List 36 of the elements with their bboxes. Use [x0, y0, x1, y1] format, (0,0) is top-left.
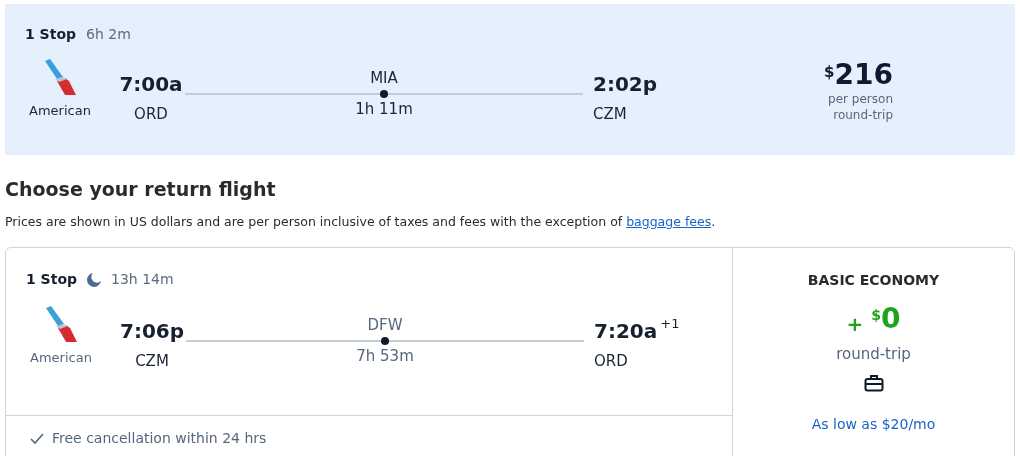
- layover-airport: MIA: [370, 68, 398, 89]
- airline-name: American: [29, 102, 91, 120]
- cancellation-note: Free cancellation within 24 hrs: [52, 429, 267, 449]
- price: 216: [834, 59, 893, 91]
- price-note: per person: [828, 91, 893, 107]
- layover-airport: DFW: [367, 315, 403, 337]
- fare-class: BASIC ECONOMY: [807, 271, 940, 291]
- price-notice: Prices are shown in US dollars and are per person inclusive of taxes and fees with the exception of baggage fees.: [5, 212, 717, 231]
- departure-airport: ORD: [134, 104, 168, 125]
- fare-note: round-trip: [836, 344, 911, 366]
- arrival-time: 2:02p: [593, 71, 658, 98]
- trip-duration: 6h 2m: [86, 25, 131, 44]
- section-heading: Choose your return flight: [5, 177, 277, 202]
- day-offset: +1: [660, 315, 680, 334]
- airline-logo-icon: [43, 59, 77, 97]
- departure-airport: CZM: [135, 351, 169, 373]
- layover-duration: 1h 11m: [355, 98, 413, 120]
- airline-name: American: [30, 349, 92, 368]
- currency-symbol: $: [871, 306, 881, 326]
- stops-label: 1 Stop: [26, 270, 78, 290]
- departure-time: 7:06p: [119, 318, 185, 346]
- currency-symbol: $: [824, 62, 835, 83]
- check-icon: [30, 432, 44, 445]
- arrival-airport: CZM: [593, 104, 627, 125]
- arrival-time: 7:20a: [594, 318, 658, 346]
- fare-price: 0: [881, 303, 901, 336]
- departure-time: 7:00a: [119, 71, 183, 98]
- stops-label: 1 Stop: [25, 25, 77, 44]
- financing-link[interactable]: As low as $20/mo: [811, 413, 936, 435]
- airline-logo-icon: [44, 306, 78, 345]
- price-note: round-trip: [833, 107, 893, 123]
- plus-sign: +: [846, 311, 864, 339]
- arrival-airport: ORD: [594, 351, 628, 373]
- layover-duration: 7h 53m: [356, 345, 414, 367]
- briefcase-icon: [863, 373, 884, 392]
- trip-duration: 13h 14m: [111, 270, 174, 290]
